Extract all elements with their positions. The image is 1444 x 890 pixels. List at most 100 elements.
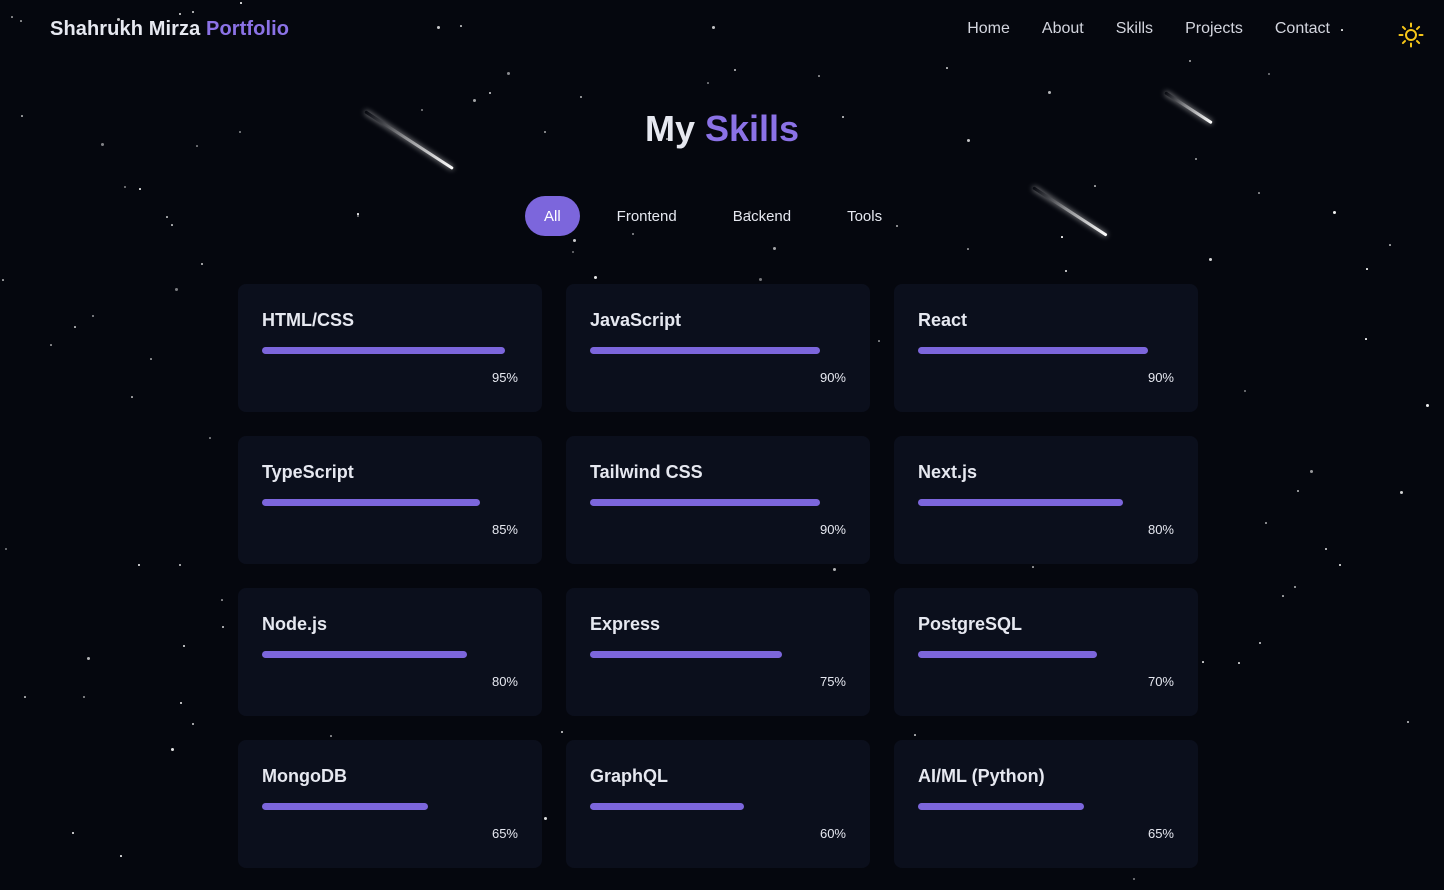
- skills-page: Shahrukh Mirza Portfolio Home About Skil…: [0, 0, 1444, 890]
- star: [707, 82, 709, 84]
- skill-progress-track: [262, 499, 518, 506]
- skill-progress-fill: [918, 651, 1098, 658]
- star: [773, 247, 776, 250]
- star: [131, 396, 133, 398]
- skill-card: Next.js 80%: [894, 436, 1198, 564]
- skill-percent: 90%: [819, 370, 846, 385]
- star: [1333, 211, 1336, 214]
- star: [180, 702, 182, 704]
- filter-backend-button[interactable]: Backend: [714, 196, 810, 236]
- nav-link-home[interactable]: Home: [967, 20, 1010, 38]
- star: [1366, 268, 1368, 270]
- skill-progress-track: [590, 347, 846, 354]
- star: [138, 564, 140, 566]
- skill-percent: 80%: [1147, 522, 1174, 537]
- brand-accent: Portfolio: [206, 18, 290, 40]
- star: [357, 215, 359, 217]
- skill-card: GraphQL 60%: [566, 740, 870, 868]
- skill-progress-fill: [918, 803, 1085, 810]
- filter-frontend-button[interactable]: Frontend: [598, 196, 696, 236]
- skills-grid: HTML/CSS 95% JavaScript 90% React 90% Ty…: [238, 284, 1198, 868]
- title-accent: Skills: [704, 108, 800, 149]
- star: [222, 626, 224, 628]
- star: [489, 92, 491, 94]
- skill-card: MongoDB 65%: [238, 740, 542, 868]
- skill-card: Tailwind CSS 90%: [566, 436, 870, 564]
- star: [1294, 586, 1296, 588]
- star: [1389, 244, 1391, 246]
- sun-icon: [1398, 22, 1424, 48]
- star: [201, 263, 203, 265]
- skill-card: React 90%: [894, 284, 1198, 412]
- skill-progress-fill: [590, 803, 744, 810]
- star: [1195, 158, 1197, 160]
- skill-name: TypeScript: [262, 462, 354, 482]
- star: [1310, 470, 1313, 473]
- skill-name: PostgreSQL: [918, 614, 1023, 634]
- filter-all-button[interactable]: All: [525, 196, 580, 236]
- star: [1258, 192, 1260, 194]
- skill-progress-fill: [262, 803, 429, 810]
- skill-progress-track: [590, 803, 846, 810]
- star: [1048, 91, 1051, 94]
- star: [1365, 338, 1367, 340]
- star: [120, 855, 122, 857]
- skill-progress-track: [262, 803, 518, 810]
- title-main: My: [644, 108, 695, 149]
- skill-percent: 80%: [491, 674, 518, 689]
- skill-progress-fill: [262, 499, 480, 506]
- skill-progress-fill: [590, 651, 782, 658]
- nav-link-about[interactable]: About: [1042, 20, 1084, 38]
- star: [1325, 548, 1327, 550]
- skill-percent: 95%: [491, 370, 518, 385]
- star: [175, 288, 178, 291]
- star: [1065, 270, 1067, 272]
- star: [1282, 595, 1284, 597]
- nav-link-skills[interactable]: Skills: [1116, 20, 1153, 38]
- skill-progress-track: [918, 347, 1174, 354]
- skill-filter-tabs: All Frontend Backend Tools: [525, 196, 901, 236]
- star: [50, 344, 52, 346]
- skill-name: Node.js: [262, 614, 328, 634]
- skill-card: PostgreSQL 70%: [894, 588, 1198, 716]
- page-title: My Skills: [0, 108, 1444, 150]
- star: [357, 213, 359, 215]
- star: [1400, 491, 1403, 494]
- star: [1189, 60, 1191, 62]
- skill-name: JavaScript: [590, 310, 682, 330]
- skill-name: Express: [590, 614, 661, 634]
- skill-progress-fill: [590, 347, 821, 354]
- star: [179, 564, 181, 566]
- skill-percent: 60%: [819, 826, 846, 841]
- skill-progress-fill: [918, 499, 1123, 506]
- skill-name: React: [918, 310, 968, 330]
- skill-progress-track: [262, 651, 518, 658]
- star: [759, 278, 762, 281]
- theme-toggle-button[interactable]: [1398, 22, 1424, 48]
- star: [1339, 564, 1341, 566]
- nav-link-contact[interactable]: Contact: [1275, 20, 1330, 38]
- star: [209, 437, 211, 439]
- star: [594, 276, 597, 279]
- brand-logo[interactable]: Shahrukh Mirza Portfolio: [50, 18, 289, 41]
- nav-link-projects[interactable]: Projects: [1185, 20, 1243, 38]
- nav-links: Home About Skills Projects Contact: [967, 20, 1330, 38]
- skill-progress-fill: [262, 347, 506, 354]
- skill-progress-track: [918, 803, 1174, 810]
- skill-progress-fill: [918, 347, 1149, 354]
- skill-card: Express 75%: [566, 588, 870, 716]
- star: [87, 657, 90, 660]
- skill-name: HTML/CSS: [262, 310, 354, 330]
- star: [1268, 73, 1270, 75]
- star: [83, 696, 85, 698]
- star: [580, 96, 582, 98]
- star: [1244, 390, 1246, 392]
- star: [1094, 185, 1096, 187]
- star: [1209, 258, 1212, 261]
- star: [92, 315, 94, 317]
- star: [573, 239, 576, 242]
- filter-tools-button[interactable]: Tools: [828, 196, 901, 236]
- star: [183, 645, 185, 647]
- skill-card: HTML/CSS 95%: [238, 284, 542, 412]
- star: [734, 69, 736, 71]
